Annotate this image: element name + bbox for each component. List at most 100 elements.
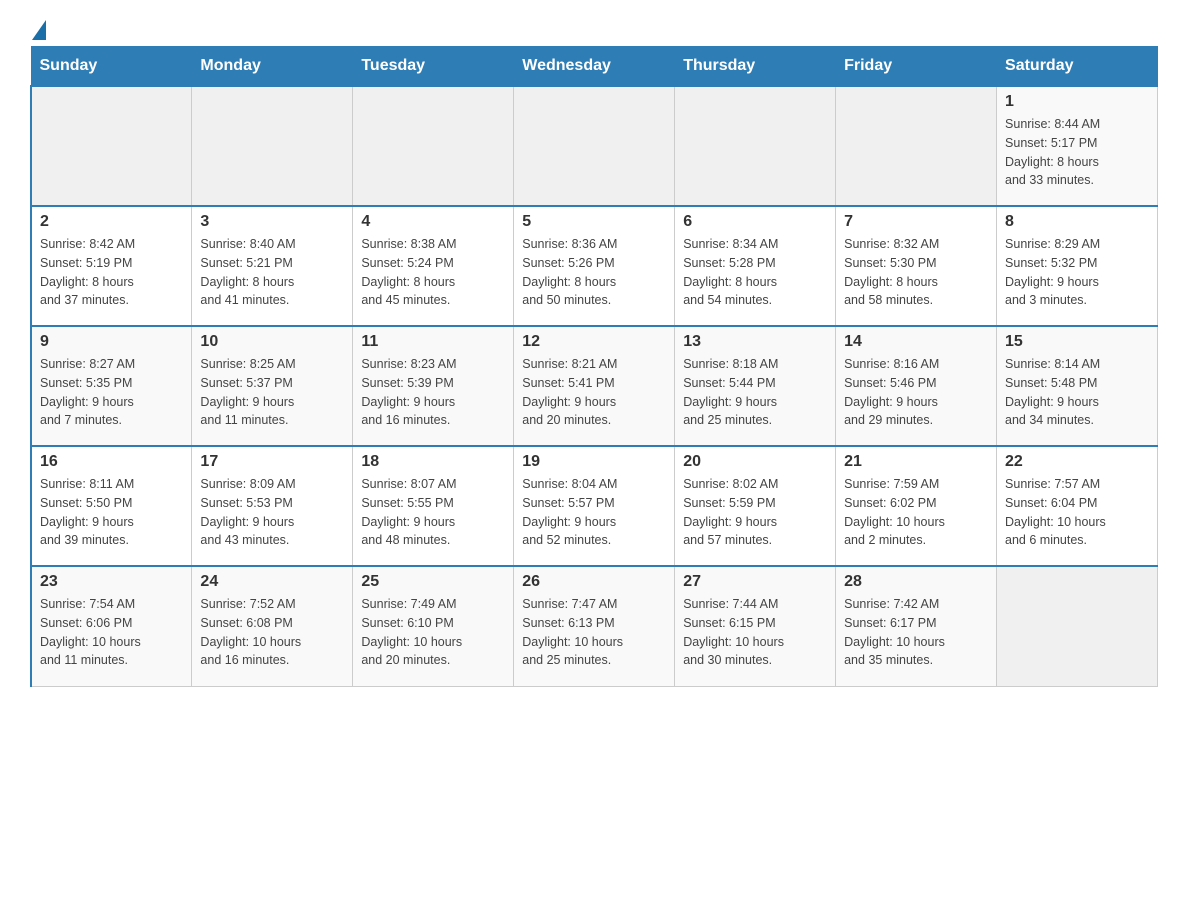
calendar-cell: 27 Sunrise: 7:44 AM Sunset: 6:15 PM Dayli…	[675, 566, 836, 686]
day-info: Sunrise: 7:42 AM Sunset: 6:17 PM Dayligh…	[844, 595, 988, 670]
calendar-cell: 26 Sunrise: 7:47 AM Sunset: 6:13 PM Dayli…	[514, 566, 675, 686]
day-number: 6	[683, 213, 827, 231]
day-number: 4	[361, 213, 505, 231]
day-number: 3	[200, 213, 344, 231]
day-number: 20	[683, 453, 827, 471]
page-header	[30, 20, 1158, 36]
calendar-cell: 25 Sunrise: 7:49 AM Sunset: 6:10 PM Dayli…	[353, 566, 514, 686]
day-info: Sunrise: 8:42 AM Sunset: 5:19 PM Dayligh…	[40, 235, 183, 310]
weekday-header-saturday: Saturday	[997, 47, 1158, 87]
weekday-header-wednesday: Wednesday	[514, 47, 675, 87]
day-info: Sunrise: 8:44 AM Sunset: 5:17 PM Dayligh…	[1005, 115, 1149, 190]
calendar-cell: 22Sunrise: 7:57 AM Sunset: 6:04 PM Dayli…	[997, 446, 1158, 566]
calendar-cell	[836, 86, 997, 206]
calendar-cell	[192, 86, 353, 206]
calendar-cell	[675, 86, 836, 206]
day-info: Sunrise: 8:18 AM Sunset: 5:44 PM Dayligh…	[683, 355, 827, 430]
day-number: 11	[361, 333, 505, 351]
weekday-header-tuesday: Tuesday	[353, 47, 514, 87]
day-number: 21	[844, 453, 988, 471]
weekday-header-sunday: Sunday	[31, 47, 192, 87]
day-number: 25	[361, 573, 505, 591]
day-info: Sunrise: 8:07 AM Sunset: 5:55 PM Dayligh…	[361, 475, 505, 550]
calendar-cell	[31, 86, 192, 206]
calendar-cell: 6 Sunrise: 8:34 AM Sunset: 5:28 PM Daylig…	[675, 206, 836, 326]
day-info: Sunrise: 8:40 AM Sunset: 5:21 PM Dayligh…	[200, 235, 344, 310]
day-number: 23	[40, 573, 183, 591]
weekday-header-friday: Friday	[836, 47, 997, 87]
day-info: Sunrise: 7:54 AM Sunset: 6:06 PM Dayligh…	[40, 595, 183, 670]
day-number: 16	[40, 453, 183, 471]
calendar-week-row: 9 Sunrise: 8:27 AM Sunset: 5:35 PM Daylig…	[31, 326, 1158, 446]
day-info: Sunrise: 8:09 AM Sunset: 5:53 PM Dayligh…	[200, 475, 344, 550]
calendar-cell: 19 Sunrise: 8:04 AM Sunset: 5:57 PM Dayli…	[514, 446, 675, 566]
calendar-cell: 1 Sunrise: 8:44 AM Sunset: 5:17 PM Daylig…	[997, 86, 1158, 206]
calendar-cell: 7 Sunrise: 8:32 AM Sunset: 5:30 PM Daylig…	[836, 206, 997, 326]
day-number: 9	[40, 333, 183, 351]
calendar-week-row: 16 Sunrise: 8:11 AM Sunset: 5:50 PM Dayli…	[31, 446, 1158, 566]
day-info: Sunrise: 8:32 AM Sunset: 5:30 PM Dayligh…	[844, 235, 988, 310]
day-number: 17	[200, 453, 344, 471]
calendar-cell: 12Sunrise: 8:21 AM Sunset: 5:41 PM Dayli…	[514, 326, 675, 446]
day-number: 28	[844, 573, 988, 591]
calendar-cell: 14 Sunrise: 8:16 AM Sunset: 5:46 PM Dayli…	[836, 326, 997, 446]
day-info: Sunrise: 8:29 AM Sunset: 5:32 PM Dayligh…	[1005, 235, 1149, 310]
day-info: Sunrise: 8:14 AM Sunset: 5:48 PM Dayligh…	[1005, 355, 1149, 430]
calendar-cell: 16 Sunrise: 8:11 AM Sunset: 5:50 PM Dayli…	[31, 446, 192, 566]
day-number: 27	[683, 573, 827, 591]
calendar-cell: 11 Sunrise: 8:23 AM Sunset: 5:39 PM Dayli…	[353, 326, 514, 446]
calendar-cell: 4 Sunrise: 8:38 AM Sunset: 5:24 PM Daylig…	[353, 206, 514, 326]
calendar-week-row: 23 Sunrise: 7:54 AM Sunset: 6:06 PM Dayli…	[31, 566, 1158, 686]
day-info: Sunrise: 7:49 AM Sunset: 6:10 PM Dayligh…	[361, 595, 505, 670]
day-info: Sunrise: 8:11 AM Sunset: 5:50 PM Dayligh…	[40, 475, 183, 550]
calendar-cell: 10 Sunrise: 8:25 AM Sunset: 5:37 PM Dayli…	[192, 326, 353, 446]
day-info: Sunrise: 8:21 AM Sunset: 5:41 PM Dayligh…	[522, 355, 666, 430]
day-number: 10	[200, 333, 344, 351]
calendar-cell: 24 Sunrise: 7:52 AM Sunset: 6:08 PM Dayli…	[192, 566, 353, 686]
day-info: Sunrise: 7:59 AM Sunset: 6:02 PM Dayligh…	[844, 475, 988, 550]
calendar-cell: 21 Sunrise: 7:59 AM Sunset: 6:02 PM Dayli…	[836, 446, 997, 566]
day-info: Sunrise: 8:25 AM Sunset: 5:37 PM Dayligh…	[200, 355, 344, 430]
day-number: 26	[522, 573, 666, 591]
day-number: 24	[200, 573, 344, 591]
day-info: Sunrise: 7:47 AM Sunset: 6:13 PM Dayligh…	[522, 595, 666, 670]
day-number: 19	[522, 453, 666, 471]
day-number: 14	[844, 333, 988, 351]
calendar-week-row: 1 Sunrise: 8:44 AM Sunset: 5:17 PM Daylig…	[31, 86, 1158, 206]
calendar-cell: 13 Sunrise: 8:18 AM Sunset: 5:44 PM Dayli…	[675, 326, 836, 446]
day-info: Sunrise: 8:04 AM Sunset: 5:57 PM Dayligh…	[522, 475, 666, 550]
day-number: 7	[844, 213, 988, 231]
calendar-cell: 3 Sunrise: 8:40 AM Sunset: 5:21 PM Daylig…	[192, 206, 353, 326]
day-info: Sunrise: 7:52 AM Sunset: 6:08 PM Dayligh…	[200, 595, 344, 670]
calendar-cell: 8Sunrise: 8:29 AM Sunset: 5:32 PM Daylig…	[997, 206, 1158, 326]
day-info: Sunrise: 8:34 AM Sunset: 5:28 PM Dayligh…	[683, 235, 827, 310]
calendar-cell	[514, 86, 675, 206]
day-info: Sunrise: 8:02 AM Sunset: 5:59 PM Dayligh…	[683, 475, 827, 550]
day-number: 22	[1005, 453, 1149, 471]
day-info: Sunrise: 8:23 AM Sunset: 5:39 PM Dayligh…	[361, 355, 505, 430]
day-info: Sunrise: 8:27 AM Sunset: 5:35 PM Dayligh…	[40, 355, 183, 430]
calendar-cell: 20 Sunrise: 8:02 AM Sunset: 5:59 PM Dayli…	[675, 446, 836, 566]
weekday-header-row: SundayMondayTuesdayWednesdayThursdayFrid…	[31, 47, 1158, 87]
day-info: Sunrise: 7:44 AM Sunset: 6:15 PM Dayligh…	[683, 595, 827, 670]
day-number: 18	[361, 453, 505, 471]
day-number: 1	[1005, 93, 1149, 111]
day-number: 15	[1005, 333, 1149, 351]
calendar-cell	[353, 86, 514, 206]
logo-triangle-icon	[32, 20, 46, 40]
calendar-cell: 18 Sunrise: 8:07 AM Sunset: 5:55 PM Dayli…	[353, 446, 514, 566]
day-info: Sunrise: 8:36 AM Sunset: 5:26 PM Dayligh…	[522, 235, 666, 310]
calendar-cell: 17 Sunrise: 8:09 AM Sunset: 5:53 PM Dayli…	[192, 446, 353, 566]
day-number: 2	[40, 213, 183, 231]
calendar-cell: 15 Sunrise: 8:14 AM Sunset: 5:48 PM Dayli…	[997, 326, 1158, 446]
day-number: 13	[683, 333, 827, 351]
calendar-table: SundayMondayTuesdayWednesdayThursdayFrid…	[30, 46, 1158, 687]
weekday-header-monday: Monday	[192, 47, 353, 87]
calendar-cell: 9 Sunrise: 8:27 AM Sunset: 5:35 PM Daylig…	[31, 326, 192, 446]
day-info: Sunrise: 8:38 AM Sunset: 5:24 PM Dayligh…	[361, 235, 505, 310]
day-number: 5	[522, 213, 666, 231]
weekday-header-thursday: Thursday	[675, 47, 836, 87]
day-info: Sunrise: 8:16 AM Sunset: 5:46 PM Dayligh…	[844, 355, 988, 430]
calendar-cell: 2 Sunrise: 8:42 AM Sunset: 5:19 PM Daylig…	[31, 206, 192, 326]
logo	[30, 20, 46, 36]
